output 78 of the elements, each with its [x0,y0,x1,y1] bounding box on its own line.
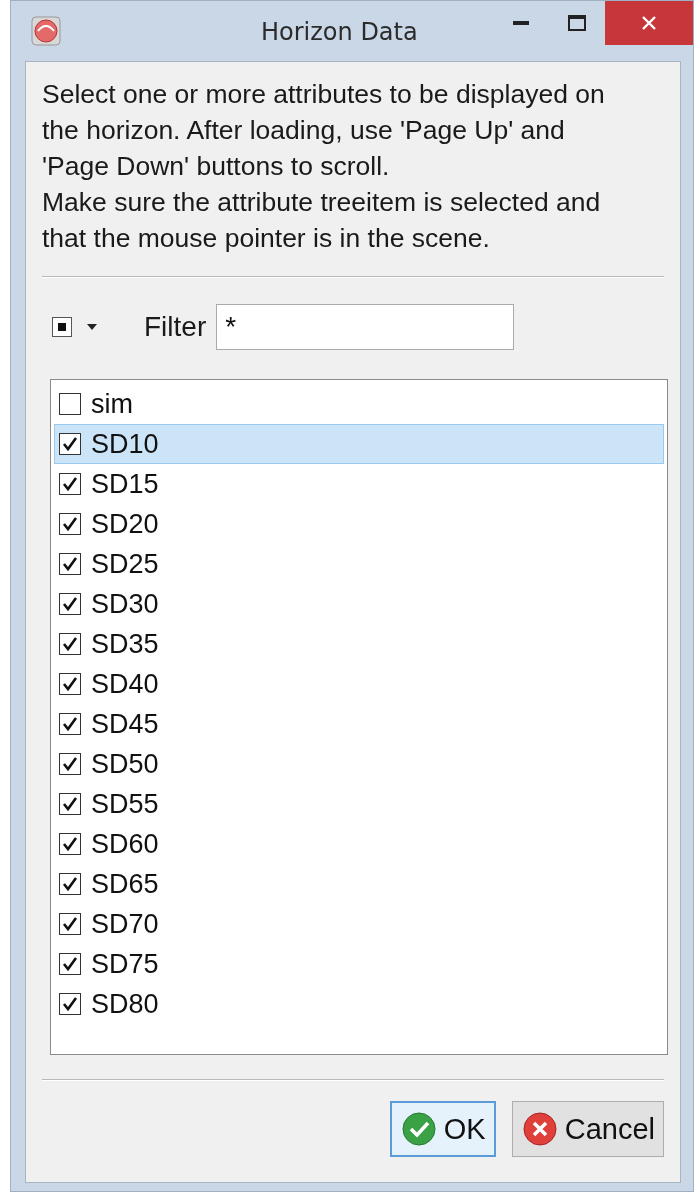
item-label: SD55 [91,788,159,820]
app-icon [31,16,61,46]
item-label: SD80 [91,988,159,1020]
select-all-checkbox[interactable] [52,317,72,337]
list-item[interactable]: SD20 [54,504,664,544]
item-label: SD25 [91,548,159,580]
checkbox[interactable] [59,833,81,855]
check-icon [62,756,78,772]
checkbox[interactable] [59,913,81,935]
check-icon [62,916,78,932]
check-icon [62,436,78,452]
check-icon [62,876,78,892]
list-item[interactable]: SD65 [54,864,664,904]
checkbox[interactable] [59,753,81,775]
list-item[interactable]: SD10 [54,424,664,464]
checkbox[interactable] [59,673,81,695]
list-item[interactable]: SD25 [54,544,664,584]
item-label: SD50 [91,748,159,780]
maximize-icon [568,15,586,31]
check-icon [62,796,78,812]
checkbox[interactable] [59,433,81,455]
item-label: SD15 [91,468,159,500]
item-label: SD40 [91,668,159,700]
list-item[interactable]: SD15 [54,464,664,504]
list-item[interactable]: SD30 [54,584,664,624]
item-label: SD10 [91,428,159,460]
list-item[interactable]: SD55 [54,784,664,824]
filter-field[interactable]: * [216,304,515,350]
filter-label: Filter [144,311,207,343]
check-icon [62,476,78,492]
checkbox[interactable] [59,473,81,495]
cancel-button[interactable]: Cancel [511,1101,664,1157]
checkbox[interactable] [59,593,81,615]
item-label: SD65 [91,868,159,900]
checkbox[interactable] [59,553,81,575]
list-item[interactable]: sim [54,384,664,424]
check-icon [62,516,78,532]
check-icon [62,596,78,612]
item-label: SD20 [91,508,159,540]
cancel-icon [522,1112,557,1146]
item-label: sim [91,388,133,420]
instruction-text: Select one or more attributes to be displayed on the horizon. After loading, use 'Page Up' and 'Page Down' buttons to scroll. [42,78,606,183]
list-item[interactable]: SD40 [54,664,664,704]
list-item[interactable]: SD60 [54,824,664,864]
list-item[interactable]: SD45 [54,704,664,744]
list-item[interactable]: SD35 [54,624,664,664]
item-label: SD30 [91,588,159,620]
check-icon [401,1112,436,1146]
checkbox[interactable] [59,873,81,895]
item-label: SD35 [91,628,159,660]
checkbox[interactable] [59,633,81,655]
check-icon [62,556,78,572]
list-item[interactable]: SD80 [54,984,664,1024]
item-label: SD75 [91,948,159,980]
checkbox[interactable] [59,993,81,1015]
check-icon [62,636,78,652]
item-label: SD45 [91,708,159,740]
list-item[interactable]: SD75 [54,944,664,984]
item-label: SD60 [91,828,159,860]
checkbox[interactable] [59,393,81,415]
window-title: Horizon Data [261,18,418,46]
close-icon [641,15,657,31]
checkbox[interactable] [59,713,81,735]
check-icon [62,996,78,1012]
caret-icon[interactable] [86,323,98,331]
list-item[interactable]: SD70 [54,904,664,944]
check-icon [62,836,78,852]
checkbox[interactable] [59,513,81,535]
check-icon [62,676,78,692]
minimize-icon [513,21,529,25]
check-icon [62,956,78,972]
check-icon [62,716,78,732]
list-item[interactable]: SD50 [54,744,664,784]
instruction-text: Make sure the attribute treeitem is selected and that the mouse pointer is in the scene. [42,186,602,255]
item-label: SD70 [91,908,159,940]
checkbox[interactable] [59,793,81,815]
ok-button[interactable]: OK [389,1101,496,1157]
checkbox[interactable] [59,953,81,975]
